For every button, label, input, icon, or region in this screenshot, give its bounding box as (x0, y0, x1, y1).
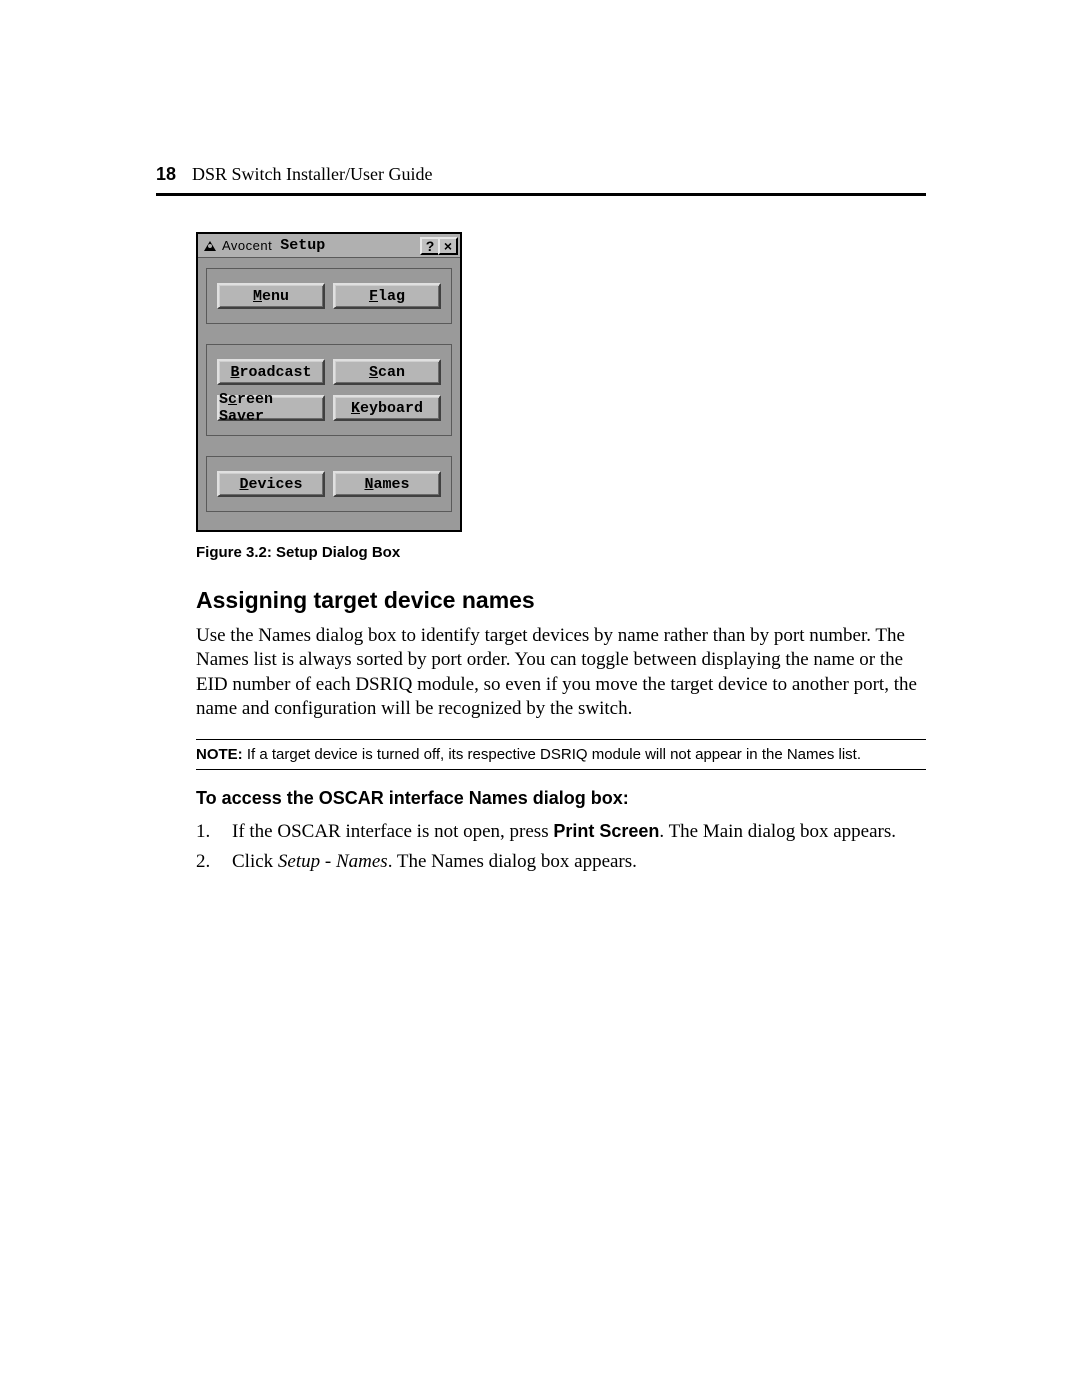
note-label: NOTE: (196, 746, 243, 763)
dialog-group-1: Menu Flag (206, 268, 452, 324)
screen-saver-button[interactable]: Screen Saver (217, 395, 325, 421)
dialog-brand: Avocent (222, 238, 272, 253)
avocent-logo-icon (202, 239, 218, 253)
dialog-body: Menu Flag Broadcast Scan Screen Saver Ke… (198, 258, 460, 530)
header-rule (156, 193, 926, 196)
section-heading: Assigning target device names (196, 587, 926, 614)
flag-button[interactable]: Flag (333, 283, 441, 309)
step-text: If the OSCAR interface is not open, pres… (232, 819, 896, 845)
note-rule-bottom (196, 769, 926, 770)
page-header: 18 DSR Switch Installer/User Guide (156, 164, 926, 185)
help-button[interactable]: ? (420, 237, 440, 255)
subheading: To access the OSCAR interface Names dial… (196, 788, 926, 809)
names-button[interactable]: Names (333, 471, 441, 497)
page-number: 18 (156, 164, 176, 185)
step-2: 2. Click Setup - Names. The Names dialog… (196, 849, 926, 875)
step-number: 2. (196, 849, 214, 875)
close-button[interactable]: × (438, 237, 458, 255)
note-text: If a target device is turned off, its re… (243, 746, 861, 763)
note-block: NOTE: If a target device is turned off, … (196, 739, 926, 770)
dialog-group-2: Broadcast Scan Screen Saver Keyboard (206, 344, 452, 436)
step-text: Click Setup - Names. The Names dialog bo… (232, 849, 637, 875)
dialog-title: Setup (280, 237, 325, 254)
scan-button[interactable]: Scan (333, 359, 441, 385)
step-number: 1. (196, 819, 214, 845)
keyboard-button[interactable]: Keyboard (333, 395, 441, 421)
section-paragraph: Use the Names dialog box to identify tar… (196, 624, 926, 721)
figure-setup-dialog: Avocent Setup ? × Menu Flag Broadcast (196, 232, 462, 532)
doc-title: DSR Switch Installer/User Guide (192, 164, 432, 185)
steps-list: 1. If the OSCAR interface is not open, p… (196, 819, 926, 874)
menu-button[interactable]: Menu (217, 283, 325, 309)
devices-button[interactable]: Devices (217, 471, 325, 497)
figure-caption: Figure 3.2: Setup Dialog Box (196, 544, 926, 561)
broadcast-button[interactable]: Broadcast (217, 359, 325, 385)
dialog-titlebar: Avocent Setup ? × (198, 234, 460, 258)
titlebar-left: Avocent Setup (200, 237, 325, 254)
step-1: 1. If the OSCAR interface is not open, p… (196, 819, 926, 845)
dialog-group-3: Devices Names (206, 456, 452, 512)
setup-dialog-box: Avocent Setup ? × Menu Flag Broadcast (196, 232, 462, 532)
